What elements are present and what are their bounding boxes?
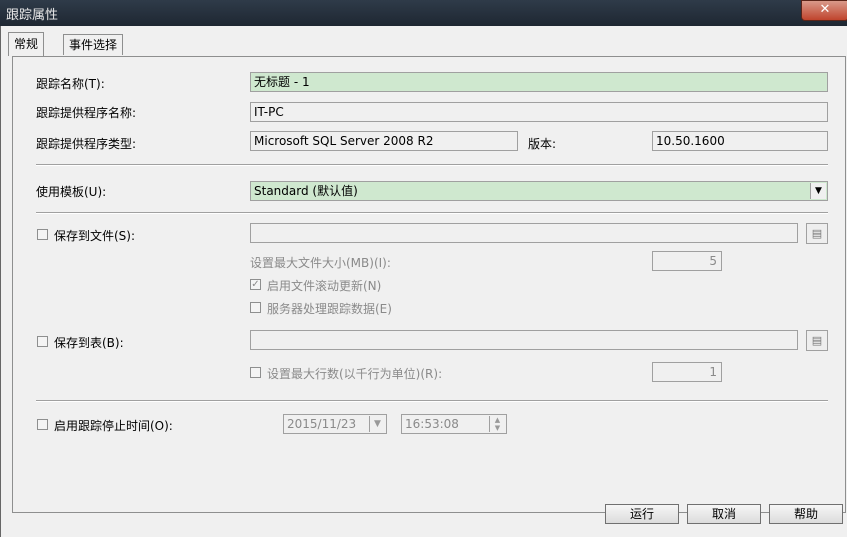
trace-name-input[interactable]: 无标题 - 1 (250, 72, 828, 92)
spinner-arrows-icon[interactable]: ▲ ▼ (489, 416, 505, 432)
max-rows-checkbox[interactable] (250, 367, 261, 378)
file-rollover-label: 启用文件滚动更新(N) (267, 279, 382, 293)
max-file-size-input[interactable]: 5 (652, 251, 722, 271)
stop-time-spinner[interactable]: 16:53:08 ▲ ▼ (401, 414, 507, 434)
chevron-down-icon[interactable]: ▼ (369, 416, 385, 432)
save-to-file-input[interactable] (250, 223, 798, 243)
window-title: 跟踪属性 (6, 8, 59, 23)
provider-type-field: Microsoft SQL Server 2008 R2 (250, 131, 518, 151)
title-bar: 跟踪属性 ✕ (0, 0, 847, 26)
table-icon: ▤ (811, 334, 823, 347)
tab-event-selection[interactable]: 事件选择 (63, 34, 124, 55)
close-button[interactable]: ✕ (801, 0, 847, 21)
template-selected-value: Standard (默认值) (254, 184, 358, 198)
save-to-table-input[interactable] (250, 330, 798, 350)
template-label: 使用模板(U): (36, 185, 107, 199)
run-button[interactable]: 运行 (605, 504, 679, 524)
save-to-file-checkbox[interactable] (37, 229, 48, 240)
browse-table-button[interactable]: ▤ (806, 330, 828, 351)
stop-date-value: 2015/11/23 (287, 417, 357, 431)
max-rows-label: 设置最大行数(以千行为单位)(R): (267, 367, 443, 381)
provider-name-field: IT-PC (250, 102, 828, 122)
max-file-size-label: 设置最大文件大小(MB)(I): (250, 256, 391, 270)
max-rows-input[interactable]: 1 (652, 362, 722, 382)
stop-time-label: 启用跟踪停止时间(O): (54, 419, 173, 433)
stop-time-checkbox[interactable] (37, 419, 48, 430)
separator (36, 212, 828, 214)
close-icon: ✕ (819, 2, 831, 17)
server-process-checkbox[interactable] (250, 302, 261, 313)
save-to-file-label: 保存到文件(S): (54, 229, 136, 243)
general-panel: 跟踪名称(T): 无标题 - 1 跟踪提供程序名称: IT-PC 跟踪提供程序类… (12, 56, 846, 513)
version-field: 10.50.1600 (652, 131, 828, 151)
provider-name-label: 跟踪提供程序名称: (36, 106, 137, 120)
browse-file-button[interactable]: ▤ (806, 223, 828, 244)
template-dropdown[interactable]: Standard (默认值) ▼ (250, 181, 828, 201)
help-button[interactable]: 帮助 (769, 504, 843, 524)
separator (36, 400, 828, 402)
file-rollover-checkbox[interactable]: ✓ (250, 279, 261, 290)
cancel-button[interactable]: 取消 (687, 504, 761, 524)
separator (36, 164, 828, 166)
save-to-table-checkbox[interactable] (37, 336, 48, 347)
trace-name-label: 跟踪名称(T): (36, 77, 105, 91)
chevron-down-icon[interactable]: ▼ (810, 183, 826, 199)
tab-general[interactable]: 常规 (8, 32, 45, 56)
server-process-label: 服务器处理跟踪数据(E) (267, 302, 392, 316)
dialog-window: 常规 事件选择 跟踪名称(T): 无标题 - 1 跟踪提供程序名称: IT-PC… (0, 26, 847, 537)
stop-time-value: 16:53:08 (405, 417, 459, 431)
save-to-table-label: 保存到表(B): (54, 336, 124, 350)
stop-date-picker[interactable]: 2015/11/23 ▼ (283, 414, 387, 434)
version-label: 版本: (528, 137, 557, 151)
folder-icon: ▤ (811, 227, 823, 240)
provider-type-label: 跟踪提供程序类型: (36, 137, 137, 151)
